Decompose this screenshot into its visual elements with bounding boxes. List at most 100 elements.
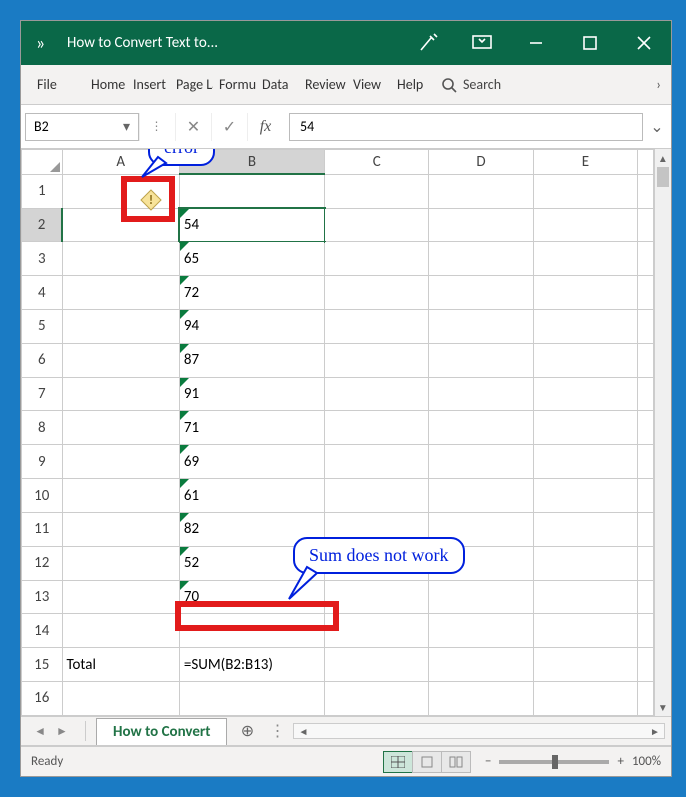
select-all-corner[interactable] bbox=[22, 150, 63, 175]
sheet-tab-active[interactable]: How to Convert bbox=[96, 718, 227, 745]
row-header-12[interactable]: 12 bbox=[22, 546, 63, 580]
cell-C14[interactable] bbox=[325, 614, 429, 648]
cell-E11[interactable] bbox=[533, 512, 637, 546]
cell-C8[interactable] bbox=[325, 411, 429, 445]
cell-D5[interactable] bbox=[429, 310, 533, 344]
cell-E8[interactable] bbox=[533, 411, 637, 445]
tab-formulas[interactable]: Formulas bbox=[213, 65, 256, 104]
cell-C1[interactable] bbox=[325, 174, 429, 208]
cell-C11[interactable] bbox=[325, 512, 429, 546]
cell-A11[interactable] bbox=[62, 512, 179, 546]
cell-F3[interactable] bbox=[638, 242, 654, 276]
cell-F13[interactable] bbox=[638, 580, 654, 614]
cell-F7[interactable] bbox=[638, 377, 654, 411]
insert-function-button[interactable]: fx bbox=[247, 113, 283, 141]
tab-home[interactable]: Home bbox=[85, 65, 127, 104]
vertical-scrollbar[interactable]: ▲ ▼ bbox=[654, 149, 671, 716]
cell-B3[interactable]: 65 bbox=[179, 242, 324, 276]
maximize-button[interactable] bbox=[563, 21, 617, 65]
cell-A14[interactable] bbox=[62, 614, 179, 648]
name-box[interactable]: B2 ▾ bbox=[25, 113, 139, 141]
cell-D6[interactable] bbox=[429, 343, 533, 377]
cell-A13[interactable] bbox=[62, 580, 179, 614]
row-header-7[interactable]: 7 bbox=[22, 377, 63, 411]
col-header-A[interactable]: A bbox=[62, 150, 179, 175]
zoom-slider[interactable] bbox=[499, 760, 609, 764]
cell-C15[interactable] bbox=[325, 648, 429, 682]
cell-D8[interactable] bbox=[429, 411, 533, 445]
formula-input[interactable]: 54 bbox=[289, 113, 643, 141]
cell-F6[interactable] bbox=[638, 343, 654, 377]
cell-C13[interactable] bbox=[325, 580, 429, 614]
cell-F8[interactable] bbox=[638, 411, 654, 445]
tab-page-layout[interactable]: Page Layout bbox=[170, 65, 213, 104]
cell-A4[interactable] bbox=[62, 276, 179, 310]
tell-me-search[interactable]: Search bbox=[441, 76, 501, 93]
cell-A15[interactable]: Total bbox=[62, 648, 179, 682]
cell-A7[interactable] bbox=[62, 377, 179, 411]
ribbon-display-button[interactable] bbox=[455, 21, 509, 65]
horizontal-scrollbar[interactable]: ◄ ► bbox=[293, 723, 665, 739]
row-header-6[interactable]: 6 bbox=[22, 343, 63, 377]
tab-view[interactable]: View bbox=[347, 65, 391, 104]
cell-A9[interactable] bbox=[62, 445, 179, 479]
cell-D16[interactable] bbox=[429, 681, 533, 715]
cell-D3[interactable] bbox=[429, 242, 533, 276]
new-sheet-button[interactable]: ⊕ bbox=[227, 721, 267, 741]
cell-B11[interactable]: 82 bbox=[179, 512, 324, 546]
formula-bar-options[interactable]: ⋮ bbox=[139, 113, 175, 141]
col-header-partial[interactable] bbox=[638, 150, 654, 175]
cell-B1[interactable] bbox=[179, 174, 324, 208]
cell-B9[interactable]: 69 bbox=[179, 445, 324, 479]
row-header-11[interactable]: 11 bbox=[22, 512, 63, 546]
cell-F15[interactable] bbox=[638, 648, 654, 682]
row-header-3[interactable]: 3 bbox=[22, 242, 63, 276]
cell-C3[interactable] bbox=[325, 242, 429, 276]
cell-E16[interactable] bbox=[533, 681, 637, 715]
cell-D4[interactable] bbox=[429, 276, 533, 310]
cell-E2[interactable] bbox=[533, 208, 637, 242]
cell-A10[interactable] bbox=[62, 479, 179, 513]
row-header-10[interactable]: 10 bbox=[22, 479, 63, 513]
cell-D11[interactable] bbox=[429, 512, 533, 546]
cell-F1[interactable] bbox=[638, 174, 654, 208]
cell-E7[interactable] bbox=[533, 377, 637, 411]
ribbon-scroll-right[interactable]: › bbox=[650, 76, 667, 93]
tab-data[interactable]: Data bbox=[256, 65, 299, 104]
cell-B8[interactable]: 71 bbox=[179, 411, 324, 445]
col-header-D[interactable]: D bbox=[429, 150, 533, 175]
cell-F11[interactable] bbox=[638, 512, 654, 546]
cell-D15[interactable] bbox=[429, 648, 533, 682]
tab-help[interactable]: Help bbox=[391, 65, 433, 104]
cell-E13[interactable] bbox=[533, 580, 637, 614]
cell-F2[interactable] bbox=[638, 208, 654, 242]
cell-D13[interactable] bbox=[429, 580, 533, 614]
row-header-13[interactable]: 13 bbox=[22, 580, 63, 614]
close-button[interactable] bbox=[617, 21, 671, 65]
expand-formula-bar[interactable]: ⌄ bbox=[647, 117, 667, 137]
cell-E10[interactable] bbox=[533, 479, 637, 513]
row-header-1[interactable]: 1 bbox=[22, 174, 63, 208]
row-header-9[interactable]: 9 bbox=[22, 445, 63, 479]
col-header-C[interactable]: C bbox=[325, 150, 429, 175]
cell-D10[interactable] bbox=[429, 479, 533, 513]
row-header-15[interactable]: 15 bbox=[22, 648, 63, 682]
cell-A6[interactable] bbox=[62, 343, 179, 377]
quick-access-more[interactable]: » bbox=[21, 32, 61, 54]
tab-review[interactable]: Review bbox=[299, 65, 347, 104]
cell-D9[interactable] bbox=[429, 445, 533, 479]
cell-A5[interactable] bbox=[62, 310, 179, 344]
row-header-8[interactable]: 8 bbox=[22, 411, 63, 445]
cell-B12[interactable]: 52 bbox=[179, 546, 324, 580]
cell-D12[interactable] bbox=[429, 546, 533, 580]
cell-D7[interactable] bbox=[429, 377, 533, 411]
cell-F10[interactable] bbox=[638, 479, 654, 513]
cell-E6[interactable] bbox=[533, 343, 637, 377]
cell-C4[interactable] bbox=[325, 276, 429, 310]
zoom-level[interactable]: 100% bbox=[632, 754, 661, 769]
cell-B5[interactable]: 94 bbox=[179, 310, 324, 344]
view-page-layout-button[interactable] bbox=[412, 751, 442, 773]
cell-C5[interactable] bbox=[325, 310, 429, 344]
cell-C10[interactable] bbox=[325, 479, 429, 513]
cell-F4[interactable] bbox=[638, 276, 654, 310]
